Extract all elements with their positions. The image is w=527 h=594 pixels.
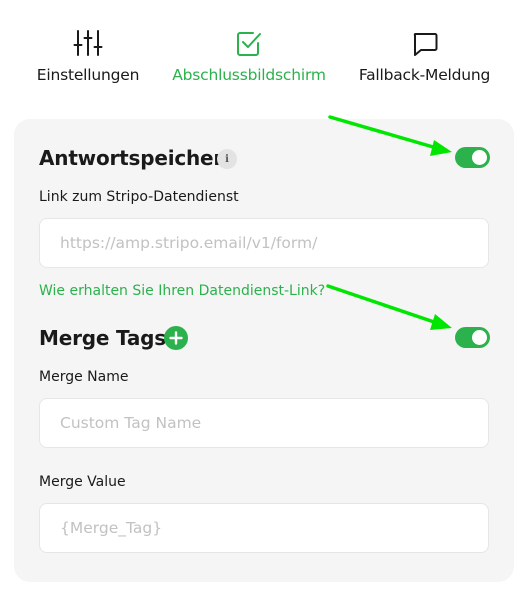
merge-name-input[interactable] (39, 398, 489, 448)
merge-tags-title: Merge Tags (39, 326, 166, 350)
tab-fallback-meldung[interactable]: Fallback-Meldung (358, 28, 491, 84)
tab-label: Fallback-Meldung (358, 66, 491, 84)
add-merge-tag-button[interactable] (164, 326, 188, 350)
tab-label: Abschlussbildschirm (172, 66, 326, 84)
link-label: Link zum Stripo-Datendienst (39, 189, 239, 205)
toggle-knob (472, 150, 487, 165)
plus-icon (169, 331, 183, 345)
merge-name-label: Merge Name (39, 369, 129, 385)
antwortspeicher-title: Antwortspeicher (39, 146, 224, 170)
info-icon[interactable]: i (217, 149, 237, 169)
tab-abschlussbildschirm[interactable]: Abschlussbildschirm (170, 28, 328, 84)
antwortspeicher-toggle[interactable] (455, 147, 490, 168)
tab-label: Einstellungen (36, 66, 140, 84)
datendienst-link-input[interactable] (39, 218, 489, 268)
tab-bar: Einstellungen Abschlussbildschirm Fallba… (0, 0, 527, 100)
sliders-icon (73, 28, 103, 58)
tab-einstellungen[interactable]: Einstellungen (36, 28, 140, 84)
help-link[interactable]: Wie erhalten Sie Ihren Datendienst-Link? (39, 283, 325, 299)
merge-tags-toggle[interactable] (455, 327, 490, 348)
merge-value-input[interactable] (39, 503, 489, 553)
checkbox-icon (234, 28, 264, 58)
chat-bubble-icon (410, 28, 440, 58)
merge-value-label: Merge Value (39, 474, 126, 490)
toggle-knob (472, 330, 487, 345)
